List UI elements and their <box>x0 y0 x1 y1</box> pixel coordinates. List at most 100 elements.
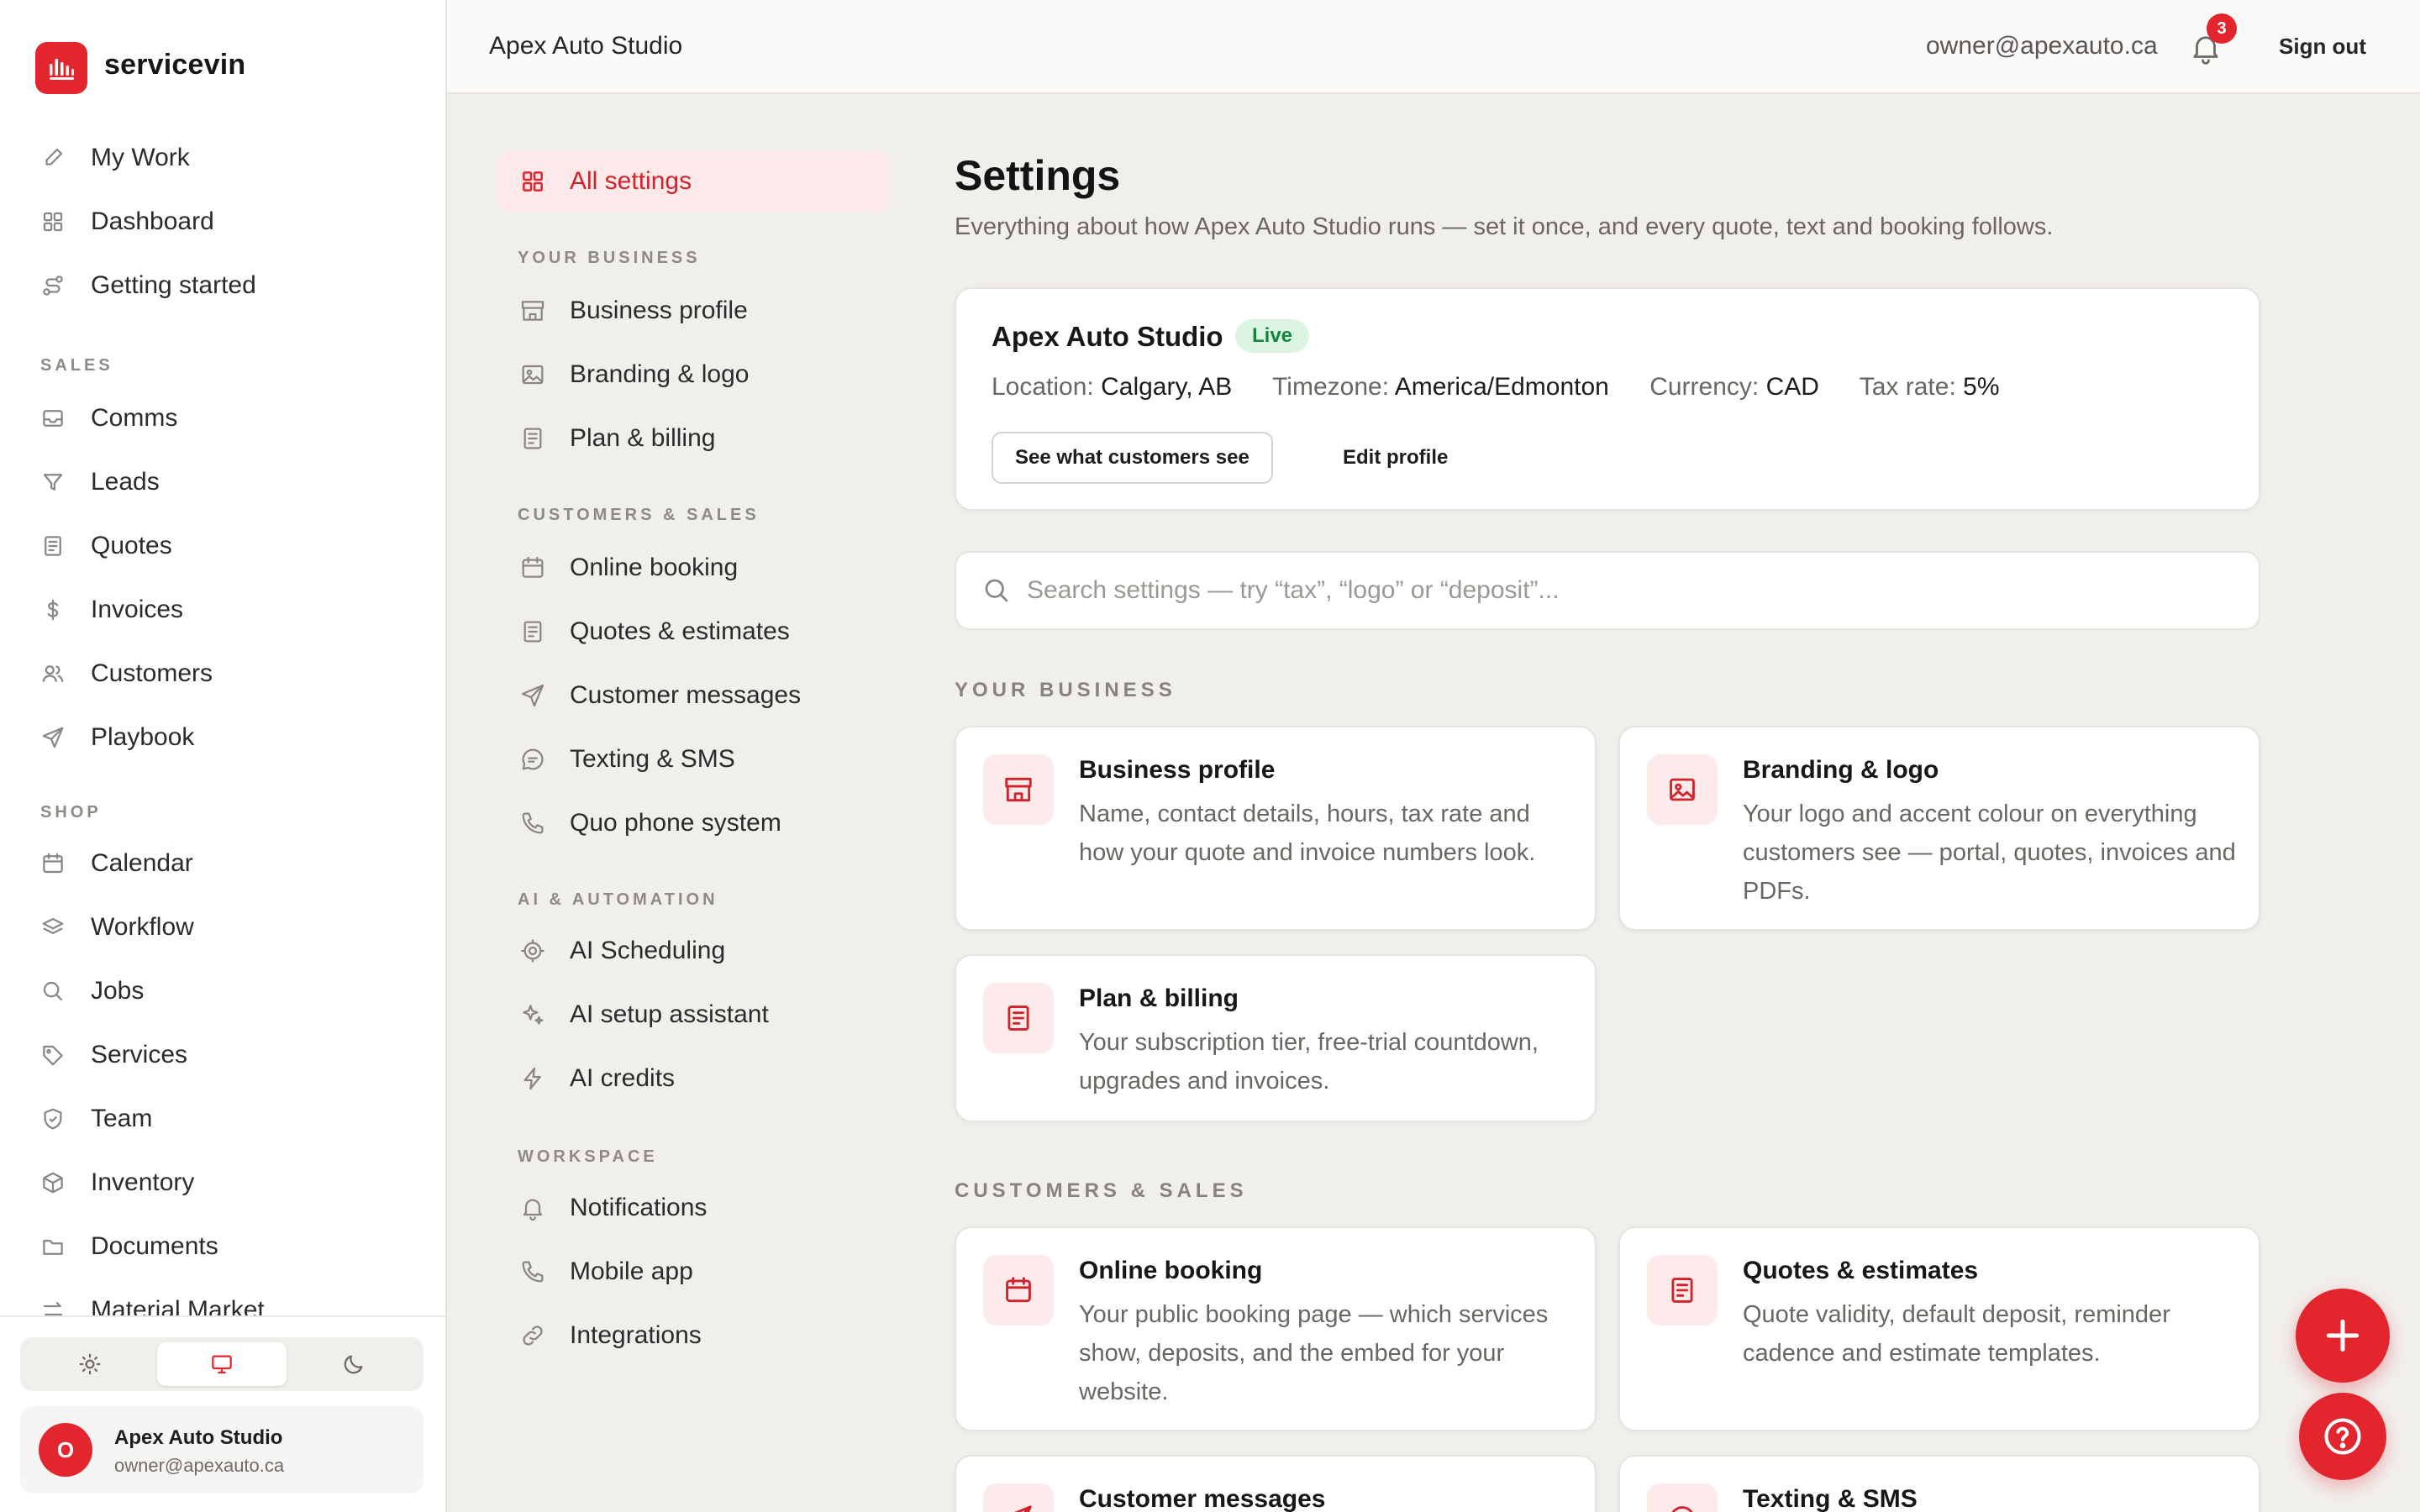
sidebar-item-playbook[interactable]: Playbook <box>22 711 425 764</box>
folder-icon <box>40 1234 66 1259</box>
account-card[interactable]: O Apex Auto Studio owner@apexauto.ca <box>20 1406 424 1494</box>
settings-nav-quotes-estimates[interactable]: Quotes & estimates <box>497 601 889 662</box>
status-badge: Live <box>1235 319 1310 353</box>
grid-icon <box>40 209 66 234</box>
card-plan-billing[interactable]: Plan & billing Your subscription tier, f… <box>955 954 1597 1122</box>
card-description: Your subscription tier, free-trial count… <box>1079 1029 1539 1095</box>
sidebar-item-services[interactable]: Services <box>22 1028 425 1082</box>
send-icon <box>1002 1503 1034 1512</box>
business-summary-card: Apex Auto Studio Live Location: Calgary,… <box>955 287 2260 511</box>
card-online-booking[interactable]: Online booking Your public booking page … <box>955 1226 1597 1431</box>
sidebar-item-workflow[interactable]: Workflow <box>22 900 425 954</box>
sidebar-item-customers[interactable]: Customers <box>22 647 425 701</box>
settings-nav-all-settings[interactable]: All settings <box>497 151 889 212</box>
sidebar-footer: O Apex Auto Studio owner@apexauto.ca <box>0 1315 445 1512</box>
sidebar-item-getting-started[interactable]: Getting started <box>22 259 425 312</box>
sidebar-item-label: Calendar <box>91 849 193 877</box>
account-name: Apex Auto Studio <box>114 1426 283 1449</box>
bell-icon <box>519 1194 546 1221</box>
grid-icon <box>519 168 546 195</box>
sidebar-item-calendar[interactable]: Calendar <box>22 837 425 890</box>
settings-nav-ai-scheduling[interactable]: AI Scheduling <box>497 921 889 981</box>
sidebar-item-comms[interactable]: Comms <box>22 391 425 445</box>
business-meta: Location: Calgary, AB Timezone: America/… <box>992 373 2033 402</box>
settings-nav-label: Texting & SMS <box>570 745 735 773</box>
card-icon-tile <box>1647 754 1718 825</box>
tag-icon <box>40 1042 66 1068</box>
sidebar-item-label: Invoices <box>91 596 184 623</box>
sidebar-item-team[interactable]: Team <box>22 1092 425 1146</box>
sign-out-button[interactable]: Sign out <box>2279 34 2366 60</box>
card-icon-tile <box>983 1255 1054 1326</box>
settings-nav-ai-credits[interactable]: AI credits <box>497 1048 889 1109</box>
plus-icon <box>2322 1315 2364 1357</box>
sidebar-item-my-work[interactable]: My Work <box>22 131 425 185</box>
create-new-button[interactable] <box>2296 1289 2390 1383</box>
sidebar-item-jobs[interactable]: Jobs <box>22 964 425 1018</box>
card-branding-logo[interactable]: Branding & logo Your logo and accent col… <box>1618 726 2260 931</box>
timezone-value: America/Edmonton <box>1394 373 1609 401</box>
sun-icon <box>77 1352 103 1377</box>
theme-light-button[interactable] <box>25 1342 155 1386</box>
card-title: Quotes & estimates <box>1743 1257 1979 1284</box>
business-name: Apex Auto Studio <box>992 321 1223 352</box>
sidebar-item-label: Quotes <box>91 532 172 559</box>
brand-logo[interactable] <box>35 42 87 94</box>
edit-profile-button[interactable]: Edit profile <box>1326 432 1465 484</box>
settings-nav-integrations[interactable]: Integrations <box>497 1305 889 1366</box>
moon-icon <box>341 1352 366 1377</box>
calendar-icon <box>40 851 66 876</box>
help-button[interactable] <box>2299 1393 2386 1480</box>
theme-system-button[interactable] <box>157 1342 287 1386</box>
search-input[interactable] <box>1027 576 2203 605</box>
card-customer-messages[interactable]: Customer messages <box>955 1455 1597 1512</box>
settings-nav-label: Mobile app <box>570 1257 693 1285</box>
monitor-icon <box>209 1352 234 1377</box>
settings-nav-notifications[interactable]: Notifications <box>497 1178 889 1238</box>
see-what-customers-see-button[interactable]: See what customers see <box>992 432 1273 484</box>
card-business-profile[interactable]: Business profile Name, contact details, … <box>955 726 1597 931</box>
filter-icon <box>40 470 66 495</box>
settings-section-workspace: WORKSPACE <box>518 1147 658 1166</box>
settings-nav-mobile-app[interactable]: Mobile app <box>497 1242 889 1302</box>
settings-nav-business-profile[interactable]: Business profile <box>497 281 889 341</box>
phone-icon <box>519 1258 546 1285</box>
card-texting-sms[interactable]: Texting & SMS <box>1618 1455 2260 1512</box>
settings-nav-label: AI Scheduling <box>570 937 726 964</box>
settings-nav-customer-messages[interactable]: Customer messages <box>497 665 889 726</box>
settings-nav-texting-sms[interactable]: Texting & SMS <box>497 729 889 790</box>
sparkle-icon <box>519 1001 546 1028</box>
settings-nav-plan-billing[interactable]: Plan & billing <box>497 408 889 469</box>
card-title: Branding & logo <box>1743 756 1939 784</box>
sidebar-item-quotes[interactable]: Quotes <box>22 519 425 573</box>
settings-nav-ai-setup-assistant[interactable]: AI setup assistant <box>497 984 889 1045</box>
card-quotes-estimates[interactable]: Quotes & estimates Quote validity, defau… <box>1618 1226 2260 1431</box>
sidebar-item-label: Dashboard <box>91 207 214 235</box>
top-bar: Apex Auto Studio owner@apexauto.ca 3 Sig… <box>447 0 2420 94</box>
sidebar-item-leads[interactable]: Leads <box>22 455 425 509</box>
sidebar-item-dashboard[interactable]: Dashboard <box>22 195 425 249</box>
card-description: Your public booking page — which service… <box>1079 1301 1549 1405</box>
settings-nav-label: Quotes & estimates <box>570 617 790 645</box>
settings-nav-quo-phone-system[interactable]: Quo phone system <box>497 793 889 853</box>
location-label: Location: <box>992 373 1094 401</box>
receipt-icon <box>1002 1002 1034 1034</box>
settings-nav-label: AI credits <box>570 1064 676 1092</box>
inbox-icon <box>40 406 66 431</box>
sidebar-item-invoices[interactable]: Invoices <box>22 583 425 637</box>
sidebar-item-documents[interactable]: Documents <box>22 1220 425 1273</box>
notification-count-badge: 3 <box>2207 13 2237 44</box>
theme-dark-button[interactable] <box>289 1342 418 1386</box>
card-description: Name, contact details, hours, tax rate a… <box>1079 801 1536 866</box>
sidebar-item-inventory[interactable]: Inventory <box>22 1156 425 1210</box>
box-icon <box>40 1170 66 1195</box>
settings-nav-branding-logo[interactable]: Branding & logo <box>497 344 889 405</box>
sidebar-item-label: Customers <box>91 659 213 687</box>
page-title: Settings <box>955 152 1121 199</box>
account-email: owner@apexauto.ca <box>114 1455 285 1476</box>
avatar: O <box>39 1423 92 1477</box>
card-title: Texting & SMS <box>1743 1485 1918 1512</box>
search-icon <box>981 575 1012 606</box>
settings-nav-online-booking[interactable]: Online booking <box>497 538 889 598</box>
sidebar-item-label: Team <box>91 1105 153 1132</box>
